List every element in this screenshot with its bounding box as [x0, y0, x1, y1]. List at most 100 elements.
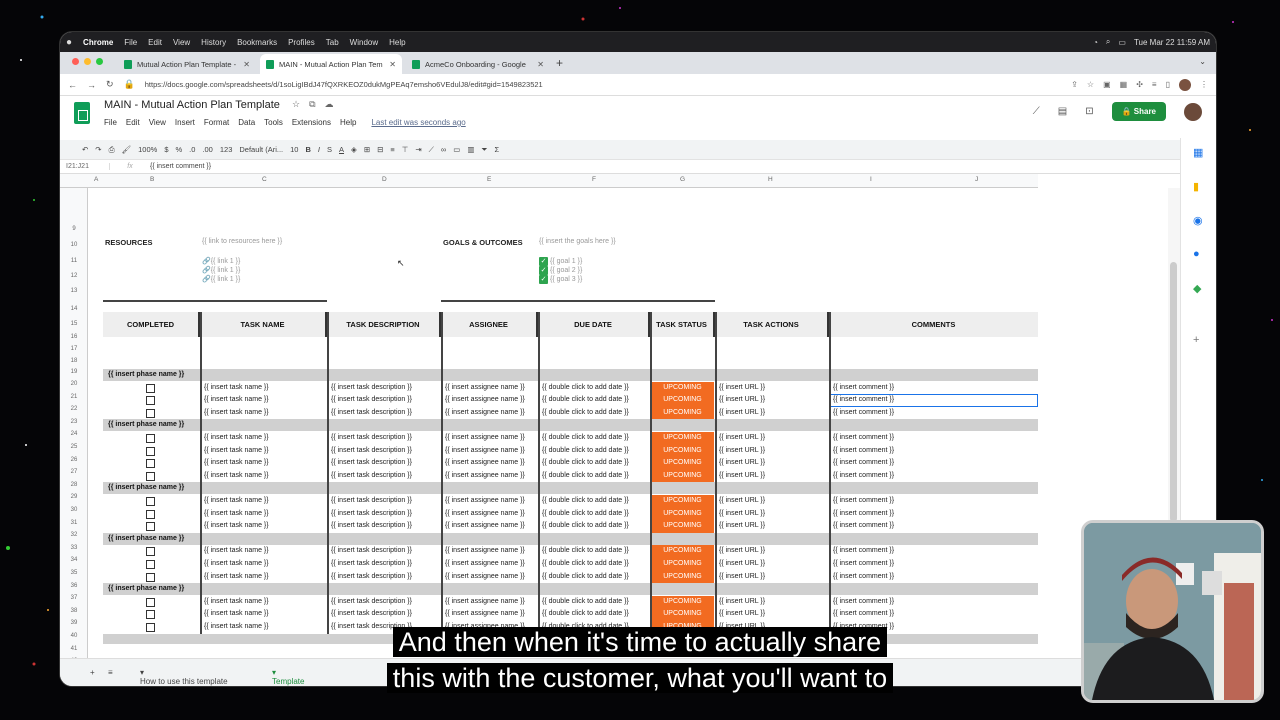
back-icon[interactable]: ←	[68, 80, 77, 90]
menubar-profiles[interactable]: Profiles	[288, 38, 315, 47]
share-button[interactable]: 🔒 Share	[1111, 102, 1166, 121]
cell-assignee[interactable]: {{ insert assignee name }}	[443, 445, 525, 458]
insert-link-icon[interactable]: ∞	[441, 145, 446, 154]
status-badge[interactable]: UPCOMING	[651, 469, 714, 483]
zoom-window-button[interactable]	[96, 58, 103, 65]
cell-due-date[interactable]: {{ double click to add date }}	[540, 608, 629, 621]
side-panel-icon[interactable]: ▯	[1166, 80, 1170, 89]
completed-checkbox[interactable]	[146, 497, 155, 506]
decrease-decimal-button[interactable]: .0	[189, 145, 195, 154]
cell-actions[interactable]: {{ insert URL }}	[717, 407, 765, 420]
menubar-tab[interactable]: Tab	[326, 38, 339, 47]
row-number[interactable]: 15	[60, 321, 88, 327]
cell-task-description[interactable]: {{ insert task description }}	[329, 558, 412, 571]
row-number[interactable]: 16	[60, 334, 88, 340]
calendar-icon[interactable]: ▦	[1193, 146, 1203, 159]
menu-file[interactable]: File	[104, 118, 117, 127]
new-tab-icon[interactable]: +	[556, 56, 563, 70]
row-number[interactable]: 30	[60, 507, 88, 513]
share-page-icon[interactable]: ⇪	[1071, 80, 1078, 89]
menu-extensions[interactable]: Extensions	[292, 118, 331, 127]
status-badge[interactable]: UPCOMING	[651, 595, 714, 609]
cell-task-name[interactable]: {{ insert task name }}	[202, 508, 269, 521]
completed-checkbox[interactable]	[146, 396, 155, 406]
cell-task-name[interactable]: {{ insert task name }}	[202, 432, 269, 445]
more-formats-button[interactable]: 123	[220, 145, 233, 154]
status-badge[interactable]: UPCOMING	[651, 570, 714, 584]
cell-comment[interactable]: {{ insert comment }}	[831, 495, 894, 508]
cell-task-description[interactable]: {{ insert task description }}	[329, 394, 412, 407]
cell-task-name[interactable]: {{ insert task name }}	[202, 445, 269, 458]
phase-row[interactable]: {{ insert phase name }}	[103, 532, 1038, 545]
zoom-select[interactable]: 100%	[138, 145, 157, 154]
close-tab-icon[interactable]: ✕	[389, 60, 396, 69]
cell-due-date[interactable]: {{ double click to add date }}	[540, 445, 629, 458]
merge-cells-icon[interactable]: ⊟	[377, 145, 383, 154]
column-header[interactable]: F	[592, 176, 596, 183]
menu-help[interactable]: Help	[340, 118, 356, 127]
cell-task-name[interactable]: {{ insert task name }}	[202, 621, 269, 634]
horizontal-align-icon[interactable]: ≡	[390, 145, 394, 154]
cell-task-description[interactable]: {{ insert task description }}	[329, 571, 412, 584]
borders-icon[interactable]: ⊞	[364, 145, 370, 154]
filter-icon[interactable]: ⏷	[481, 145, 487, 155]
cell-assignee[interactable]: {{ insert assignee name }}	[443, 382, 525, 395]
font-select[interactable]: Default (Ari...	[239, 145, 283, 154]
column-header[interactable]: B	[150, 176, 154, 183]
column-header[interactable]: H	[768, 176, 773, 183]
italic-button[interactable]: I	[318, 145, 320, 154]
meet-present-icon[interactable]: ⊡	[1085, 106, 1093, 117]
lock-icon[interactable]: 🔒	[124, 79, 135, 90]
cell-actions[interactable]: {{ insert URL }}	[717, 394, 765, 407]
browser-tab-main[interactable]: MAIN - Mutual Action Plan Tem ✕	[260, 54, 402, 74]
cell-task-description[interactable]: {{ insert task description }}	[329, 470, 412, 483]
menu-insert[interactable]: Insert	[175, 118, 195, 127]
status-badge[interactable]: UPCOMING	[651, 457, 714, 470]
cell-task-description[interactable]: {{ insert task description }}	[329, 608, 412, 621]
cell-due-date[interactable]: {{ double click to add date }}	[540, 495, 629, 508]
status-badge[interactable]: UPCOMING	[651, 520, 714, 533]
phase-row[interactable]: {{ insert phase name }}	[103, 583, 1038, 596]
status-badge[interactable]: UPCOMING	[651, 507, 714, 521]
cell-task-description[interactable]: {{ insert task description }}	[329, 495, 412, 508]
search-icon[interactable]: ⌕	[1106, 37, 1110, 47]
row-number[interactable]: 37	[60, 595, 88, 601]
phase-row[interactable]: {{ insert phase name }}	[103, 482, 1038, 495]
completed-checkbox[interactable]	[146, 434, 155, 443]
row-number[interactable]: 35	[60, 570, 88, 576]
cell-task-name[interactable]: {{ insert task name }}	[202, 571, 269, 584]
row-number[interactable]: 9	[60, 226, 88, 232]
row-number[interactable]: 36	[60, 583, 88, 589]
menu-data[interactable]: Data	[238, 118, 255, 127]
row-number[interactable]: 27	[60, 469, 88, 475]
status-badge[interactable]: UPCOMING	[651, 444, 714, 458]
keep-notes-icon[interactable]: ▮	[1193, 180, 1199, 193]
sheet-tab-template[interactable]: Template ▾	[272, 668, 304, 686]
cell-actions[interactable]: {{ insert URL }}	[717, 457, 765, 470]
comments-icon[interactable]: ▤	[1058, 106, 1067, 117]
cell-actions[interactable]: {{ insert URL }}	[717, 445, 765, 458]
cell-comment[interactable]: {{ insert comment }}	[831, 432, 894, 445]
url-field[interactable]: https://docs.google.com/spreadsheets/d/1…	[145, 80, 1061, 89]
row-number[interactable]: 20	[60, 381, 88, 387]
completed-checkbox[interactable]	[146, 522, 155, 532]
menubar-edit[interactable]: Edit	[148, 38, 162, 47]
cell-comment[interactable]: {{ insert comment }}	[831, 571, 894, 584]
cell-assignee[interactable]: {{ insert assignee name }}	[443, 545, 525, 558]
cell-assignee[interactable]: {{ insert assignee name }}	[443, 596, 525, 609]
text-color-button[interactable]: A	[339, 145, 344, 154]
menu-tools[interactable]: Tools	[264, 118, 283, 127]
cell-due-date[interactable]: {{ double click to add date }}	[540, 571, 629, 584]
goals-placeholder[interactable]: {{ insert the goals here }}	[539, 238, 616, 245]
row-number[interactable]: 13	[60, 288, 88, 294]
status-badge[interactable]: UPCOMING	[651, 545, 714, 558]
cell-due-date[interactable]: {{ double click to add date }}	[540, 382, 629, 395]
cell-assignee[interactable]: {{ insert assignee name }}	[443, 432, 525, 445]
cell-assignee[interactable]: {{ insert assignee name }}	[443, 457, 525, 470]
strikethrough-button[interactable]: S	[327, 145, 332, 154]
cell-actions[interactable]: {{ insert URL }}	[717, 608, 765, 621]
cell-comment[interactable]: {{ insert comment }}	[831, 545, 894, 558]
sheet-tab-how-to[interactable]: How to use this template ▾	[140, 668, 228, 686]
row-number[interactable]: 12	[60, 273, 88, 279]
cell-due-date[interactable]: {{ double click to add date }}	[540, 520, 629, 533]
